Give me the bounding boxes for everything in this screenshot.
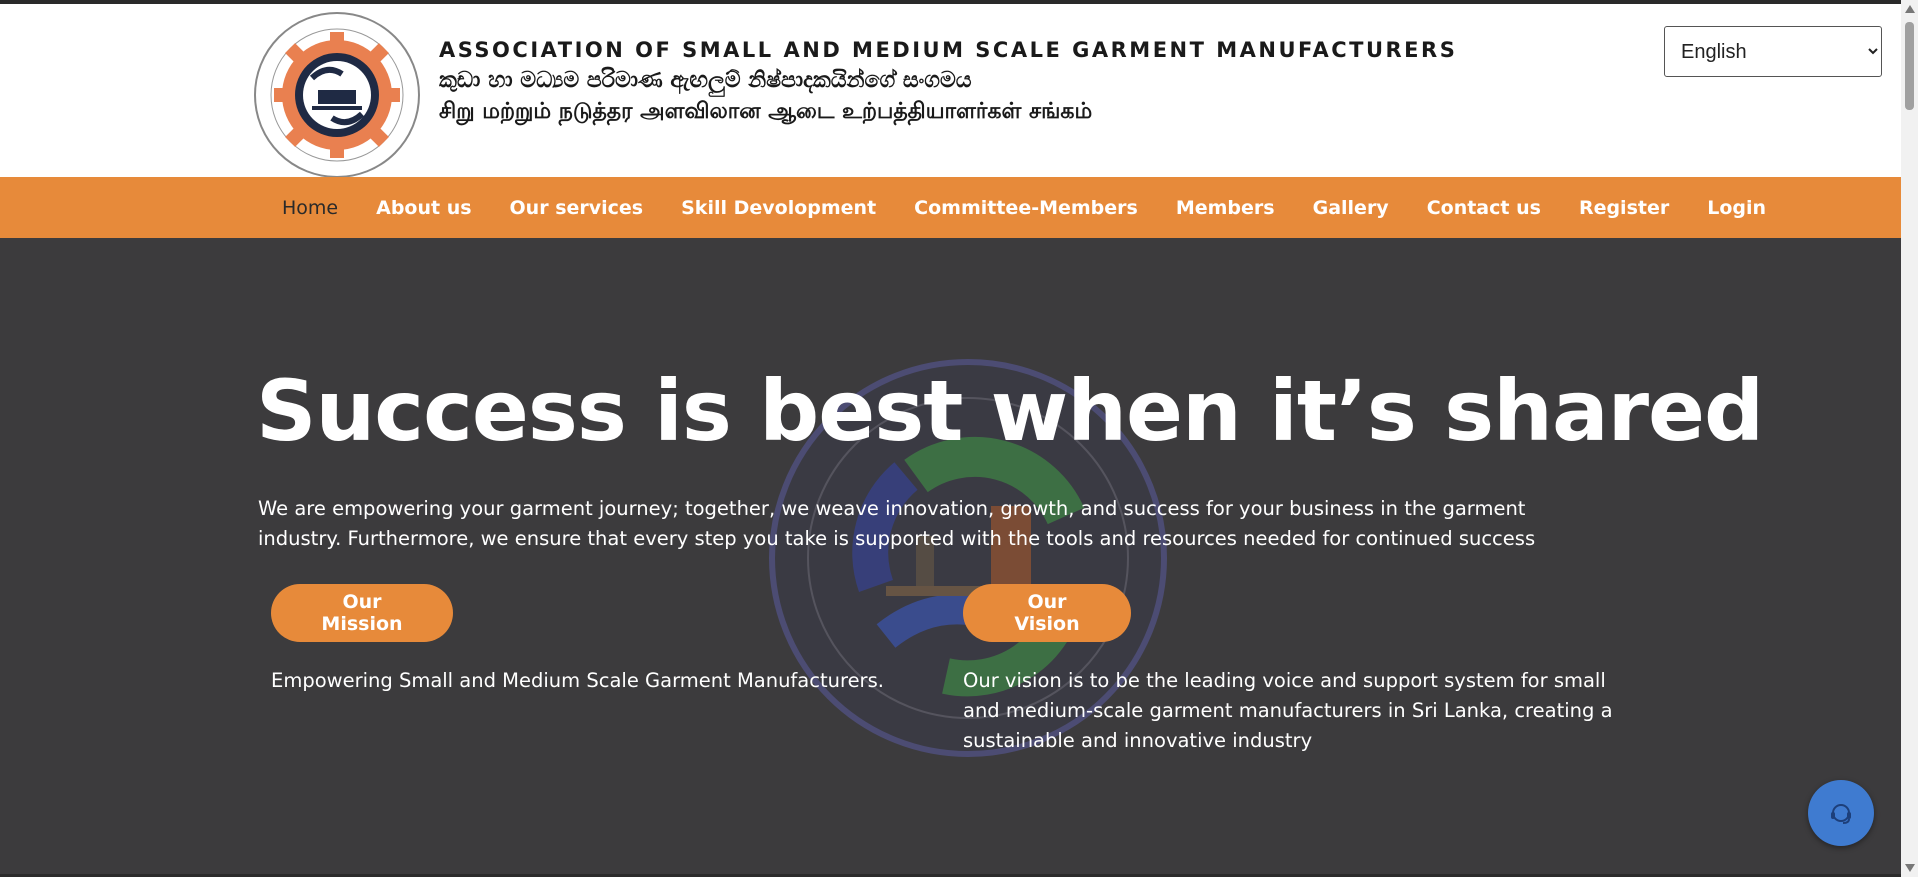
scroll-up-arrow-icon[interactable] — [1905, 5, 1915, 13]
support-chat-button[interactable] — [1808, 780, 1874, 846]
our-vision-button[interactable]: Our Vision — [963, 584, 1131, 642]
nav-contact-us[interactable]: Contact us — [1408, 197, 1560, 219]
association-logo[interactable] — [252, 10, 422, 180]
nav-members[interactable]: Members — [1157, 197, 1294, 219]
hero-section: Success is best when it’s shared We are … — [0, 238, 1901, 877]
hero-title: Success is best when it’s shared — [256, 362, 1764, 460]
nav-list: Home About us Our services Skill Devolop… — [263, 177, 1785, 238]
org-name-tamil: சிறு மற்றும் நடுத்தர அளவிலான ஆடை உற்பத்த… — [439, 99, 1093, 124]
nav-login[interactable]: Login — [1688, 197, 1785, 219]
scroll-down-arrow-icon[interactable] — [1905, 864, 1915, 872]
hero-description: We are empowering your garment journey; … — [258, 497, 1536, 550]
nav-home[interactable]: Home — [263, 197, 357, 219]
nav-committee-members[interactable]: Committee-Members — [895, 197, 1157, 219]
page-scrollbar[interactable] — [1901, 0, 1918, 877]
nav-our-services[interactable]: Our services — [491, 197, 663, 219]
site-header: ASSOCIATION OF SMALL AND MEDIUM SCALE GA… — [0, 4, 1901, 180]
nav-about-us[interactable]: About us — [357, 197, 490, 219]
org-name-sinhala: කුඩා හා මධ්‍යම පරිමාණ ඇඟලුම් නිෂ්පාදකයින… — [439, 68, 972, 93]
our-mission-button[interactable]: Our Mission — [271, 584, 453, 642]
vision-text: Our vision is to be the leading voice an… — [963, 669, 1613, 752]
org-name-english: ASSOCIATION OF SMALL AND MEDIUM SCALE GA… — [439, 38, 1458, 62]
mission-text: Empowering Small and Medium Scale Garmen… — [271, 669, 884, 692]
nav-register[interactable]: Register — [1560, 197, 1688, 219]
nav-gallery[interactable]: Gallery — [1294, 197, 1408, 219]
support-headset-icon — [1831, 804, 1851, 824]
language-select[interactable]: English — [1664, 26, 1882, 77]
gear-sewing-logo-icon — [254, 12, 420, 178]
scroll-thumb[interactable] — [1905, 22, 1914, 110]
nav-skill-development[interactable]: Skill Devolopment — [662, 197, 895, 219]
main-navigation: Home About us Our services Skill Devolop… — [0, 177, 1901, 238]
organization-names: ASSOCIATION OF SMALL AND MEDIUM SCALE GA… — [439, 38, 1457, 127]
